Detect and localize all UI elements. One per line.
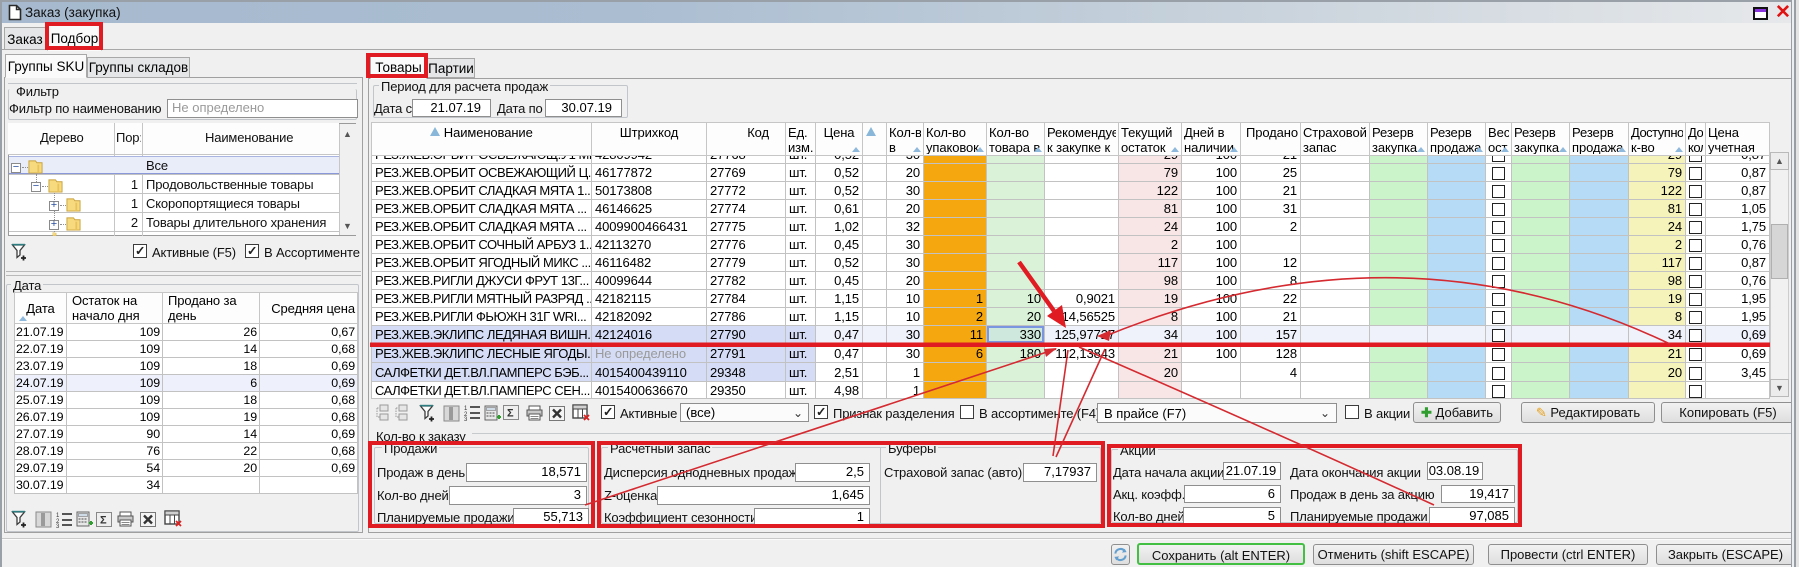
svg-text:Σ: Σ (507, 408, 514, 420)
svg-text:3: 3 (464, 417, 468, 421)
svg-text:3: 3 (56, 524, 60, 528)
svg-text:Σ: Σ (100, 515, 107, 527)
